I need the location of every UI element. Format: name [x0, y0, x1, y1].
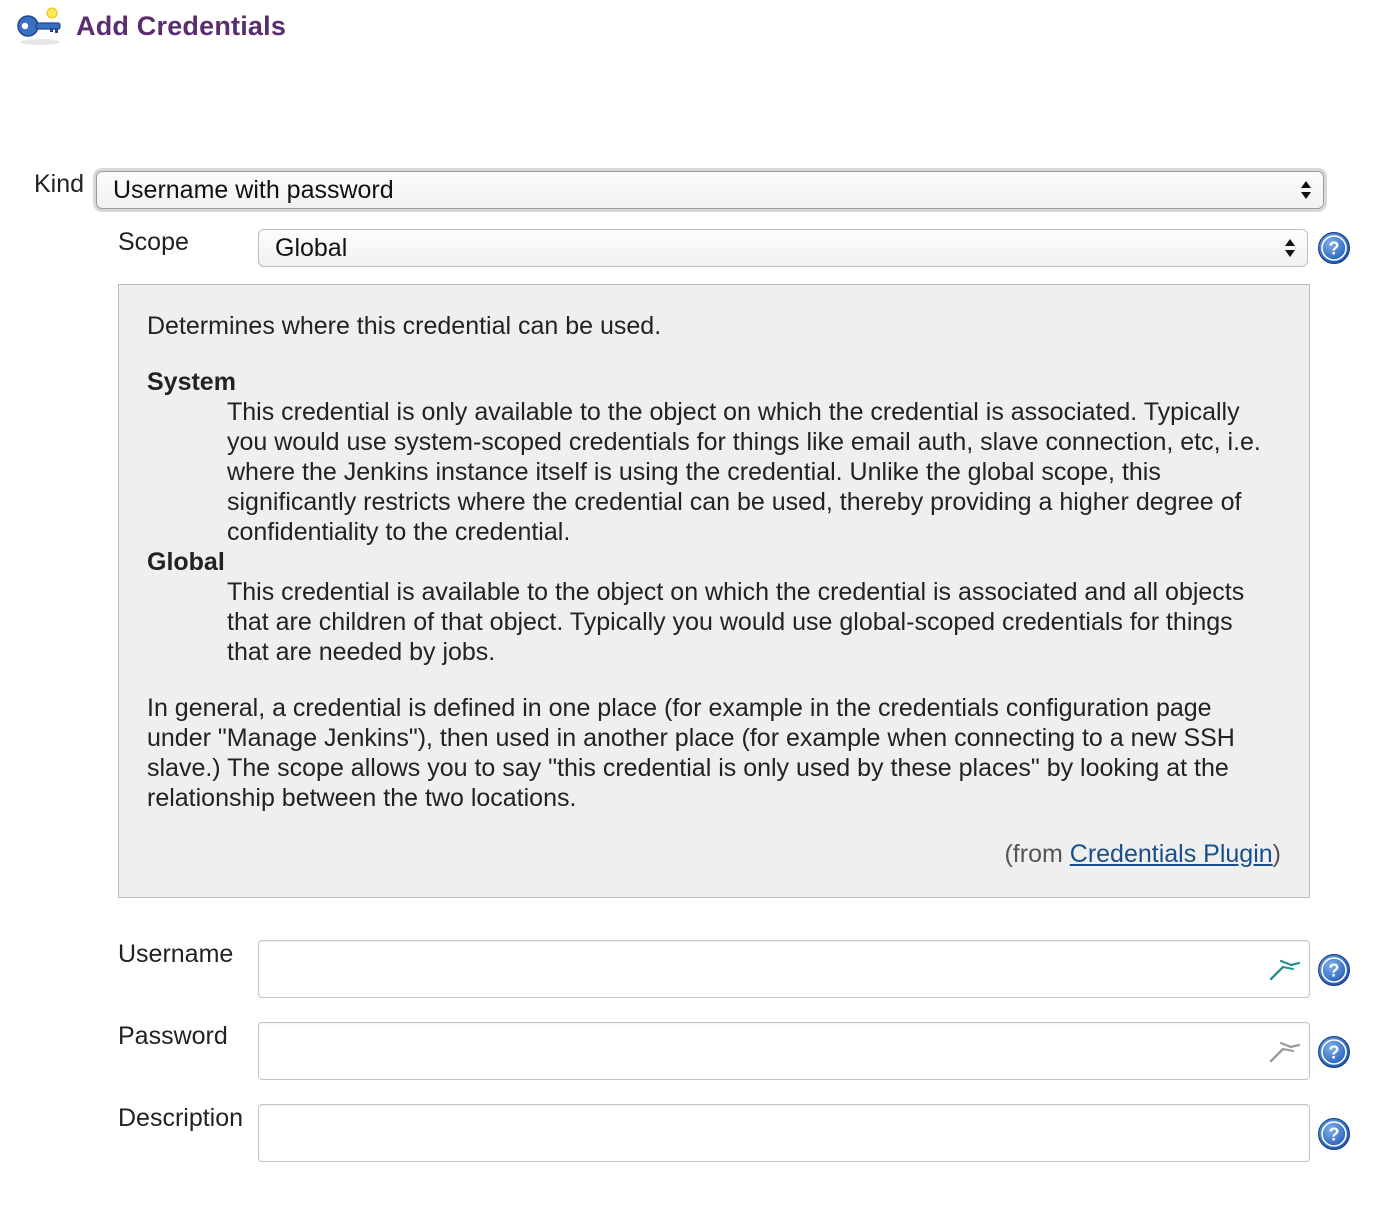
kind-selected-value: Username with password	[113, 175, 394, 204]
global-description: This credential is available to the obje…	[227, 578, 1245, 666]
svg-text:?: ?	[1329, 239, 1340, 259]
select-arrows-icon	[1301, 181, 1311, 199]
autofill-key-icon[interactable]	[1267, 953, 1303, 983]
credentials-key-icon	[14, 4, 66, 48]
credentials-plugin-link[interactable]: Credentials Plugin	[1070, 840, 1273, 868]
svg-text:?: ?	[1329, 1125, 1340, 1145]
kind-label: Kind	[34, 170, 85, 198]
svg-text:?: ?	[1329, 961, 1340, 981]
help-general: In general, a credential is defined in o…	[147, 694, 1235, 812]
username-help-icon[interactable]: ?	[1317, 953, 1351, 987]
from-prefix: (from	[1004, 840, 1070, 868]
help-intro: Determines where this credential can be …	[147, 312, 662, 340]
help-source: (from Credentials Plugin)	[147, 839, 1281, 869]
system-description: This credential is only available to the…	[227, 398, 1261, 546]
password-help-icon[interactable]: ?	[1317, 1035, 1351, 1069]
scope-label: Scope	[118, 228, 189, 256]
scope-select[interactable]: Global	[258, 229, 1308, 267]
username-input[interactable]	[258, 940, 1310, 998]
description-label: Description	[118, 1104, 244, 1132]
select-arrows-icon	[1285, 239, 1295, 257]
svg-text:?: ?	[1329, 1043, 1340, 1063]
from-suffix: )	[1272, 840, 1281, 868]
scope-help-icon[interactable]: ?	[1317, 231, 1351, 265]
scope-definitions: System This credential is only available…	[147, 367, 1281, 667]
global-term: Global	[147, 548, 225, 576]
scope-selected-value: Global	[275, 233, 348, 262]
password-input[interactable]	[258, 1022, 1310, 1080]
description-input[interactable]	[258, 1104, 1310, 1162]
username-label: Username	[118, 940, 234, 968]
password-label: Password	[118, 1022, 228, 1050]
autofill-key-icon[interactable]	[1267, 1035, 1303, 1065]
add-credentials-page: Add Credentials Kind Username with passw…	[0, 0, 1380, 1210]
description-help-icon[interactable]: ?	[1317, 1117, 1351, 1151]
system-term: System	[147, 368, 236, 396]
kind-select[interactable]: Username with password	[96, 171, 1324, 209]
scope-help-panel: Determines where this credential can be …	[118, 284, 1310, 898]
page-title: Add Credentials	[76, 10, 287, 41]
page-header: Add Credentials	[14, 4, 286, 48]
